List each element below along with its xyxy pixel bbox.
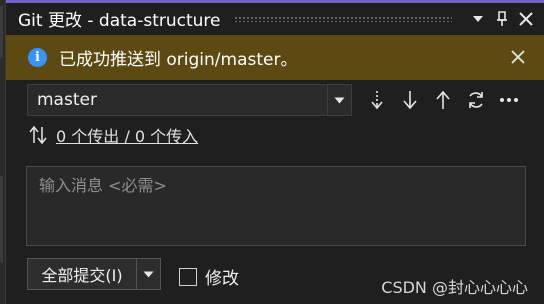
amend-label: 修改	[205, 269, 239, 289]
branch-dropdown[interactable]: master	[27, 84, 352, 116]
pin-button[interactable]	[490, 7, 514, 31]
chevron-down-icon	[143, 271, 154, 277]
branch-name: master	[37, 90, 97, 110]
dock-tab-indicator	[0, 6, 3, 58]
watermark: CSDN @封心心心心	[381, 278, 528, 297]
close-window-button[interactable]	[514, 7, 538, 31]
commit-message-input[interactable]: 输入消息 <必需>	[26, 166, 526, 246]
sync-icon	[469, 92, 483, 108]
info-bar: i 已成功推送到 origin/master。	[6, 35, 544, 80]
more-actions-button[interactable]	[497, 88, 521, 112]
info-message: 已成功推送到 origin/master。	[59, 50, 298, 70]
git-changes-panel: Git 更改 - data-structure i 已成功推送到 origin/…	[0, 0, 544, 304]
window-menu-button[interactable]	[466, 7, 490, 31]
pull-icon	[403, 91, 417, 110]
outgoing-incoming-icon	[29, 125, 47, 145]
sync-button[interactable]	[464, 88, 488, 112]
commit-all-button[interactable]: 全部提交(I)	[28, 262, 136, 286]
dock-tab-indicator	[0, 176, 3, 262]
branch-dropdown-toggle[interactable]	[327, 85, 351, 115]
commit-message-placeholder: 输入消息 <必需>	[39, 176, 167, 195]
window-title: Git 更改 - data-structure	[18, 11, 221, 31]
fetch-button[interactable]	[365, 88, 389, 112]
info-icon: i	[28, 48, 47, 67]
sync-status: 0 个传出 / 0 个传入	[28, 124, 198, 146]
close-icon	[519, 11, 533, 26]
fetch-icon	[371, 91, 383, 110]
more-icon	[500, 98, 518, 102]
tool-window-titlebar: Git 更改 - data-structure	[6, 0, 544, 34]
commit-all-split-button: 全部提交(I)	[27, 258, 161, 290]
outgoing-incoming-link[interactable]: 0 个传出 / 0 个传入	[56, 123, 198, 147]
amend-checkbox[interactable]	[179, 267, 197, 286]
chevron-down-icon	[473, 15, 483, 22]
commit-options-dropdown[interactable]	[136, 259, 160, 289]
chevron-down-icon	[334, 97, 345, 103]
drag-grip[interactable]	[234, 15, 452, 22]
amend-option[interactable]: 修改	[179, 264, 239, 289]
close-icon	[511, 50, 525, 64]
pull-button[interactable]	[398, 88, 422, 112]
pin-icon	[497, 10, 507, 26]
dismiss-info-button[interactable]	[508, 47, 528, 67]
push-button[interactable]	[431, 88, 455, 112]
push-icon	[436, 90, 450, 109]
